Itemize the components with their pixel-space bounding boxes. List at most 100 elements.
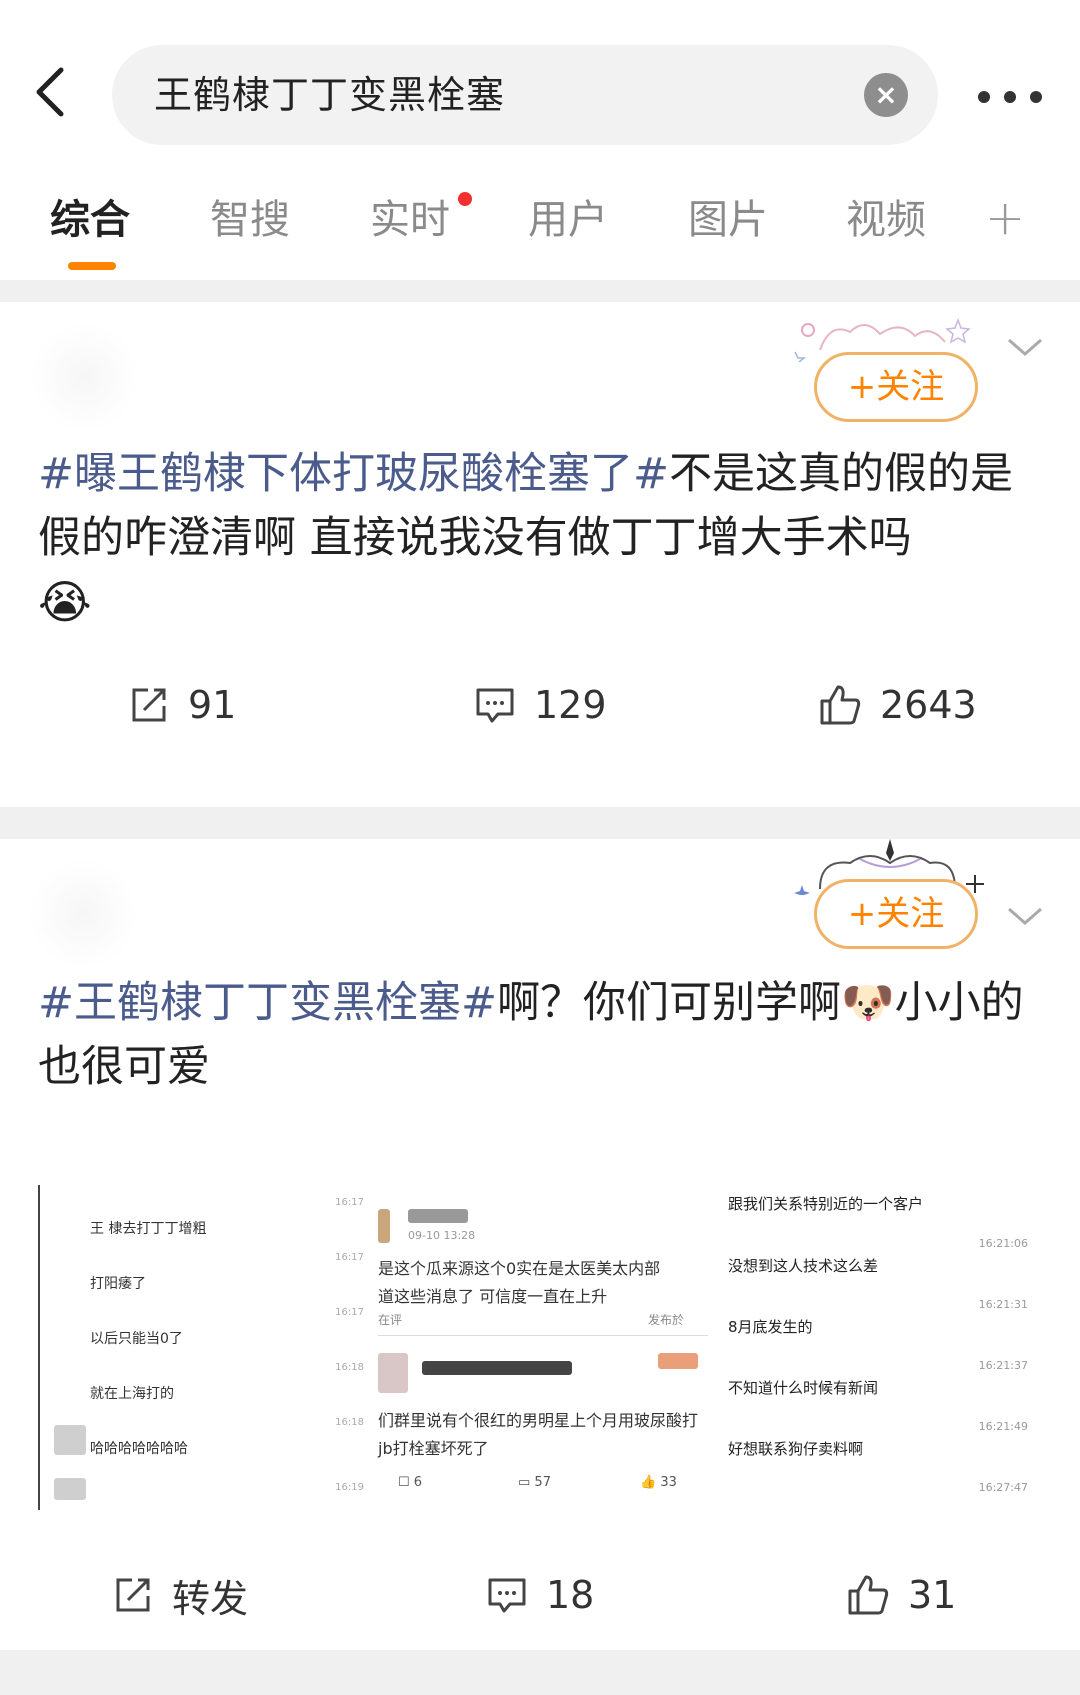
- post-text: 是这个瓜来源这个0实在是太医美太内部: [378, 1259, 661, 1278]
- chevron-down-icon[interactable]: [1005, 901, 1045, 931]
- like-button: 👍 33: [640, 1475, 677, 1490]
- repost-icon: [116, 1578, 150, 1612]
- crying-emoji-icon: 😭: [38, 575, 92, 629]
- divider: [0, 280, 1080, 302]
- follow-button[interactable]: +关注: [814, 352, 978, 422]
- search-query: 王鹤棣丁丁变黑栓塞: [154, 73, 506, 117]
- post-text: 道这些消息了 可信度一直在上升: [378, 1287, 608, 1306]
- repost-count: 91: [188, 683, 237, 727]
- username: [408, 1209, 468, 1223]
- divider: [0, 1650, 1080, 1695]
- username: [422, 1361, 572, 1375]
- post-body: #曝王鹤棣下体打玻尿酸栓塞了#不是这真的假的是假的咋澄清啊 直接说我没有做丁丁增…: [38, 442, 1048, 636]
- post-image[interactable]: 王 棣去打丁丁增粗 打阳痿了 以后只能当0了 就在上海打的 哈哈哈哈哈哈哈 16…: [38, 1185, 1038, 1510]
- timestamp: 16:17: [335, 1307, 364, 1318]
- comment-button[interactable]: 18: [486, 1560, 594, 1630]
- chat-message: 打阳痿了: [90, 1276, 146, 1292]
- chat-message: 就在上海打的: [90, 1386, 174, 1402]
- chat-message: 8月底发生的: [728, 1318, 813, 1336]
- repost-button: ☐ 6: [398, 1475, 423, 1490]
- post-actions: 91 129 2643: [0, 670, 1080, 740]
- back-button[interactable]: [30, 62, 70, 122]
- timestamp: 16:21:37: [978, 1359, 1028, 1372]
- chat-message: 好想联系狗仔卖料啊: [728, 1440, 864, 1458]
- avatar: [378, 1353, 408, 1393]
- follow-area: +关注: [790, 839, 1010, 949]
- chat-message: 以后只能当0了: [90, 1331, 183, 1347]
- post-actions: 转发 18 31: [0, 1560, 1080, 1630]
- avatar: [54, 1425, 86, 1455]
- repost-button[interactable]: 91: [128, 670, 236, 740]
- timestamp: 16:21:49: [978, 1420, 1028, 1433]
- tab-images[interactable]: 图片: [688, 190, 768, 250]
- post-card: +关注 #曝王鹤棣下体打玻尿酸栓塞了#不是这真的假的是假的咋澄清啊 直接说我没有…: [0, 302, 1080, 807]
- clear-icon[interactable]: ×: [864, 73, 908, 117]
- follow-area: +关注: [790, 312, 1010, 422]
- timestamp: 16:21:06: [978, 1237, 1028, 1250]
- like-count: 31: [908, 1573, 957, 1617]
- tab-videos[interactable]: 视频: [846, 190, 926, 250]
- timestamp: 16:17: [335, 1252, 364, 1263]
- active-tab-indicator: [68, 262, 116, 270]
- thumbs-up-icon: [848, 1575, 889, 1615]
- post-text: 啊？你们可别学啊: [497, 978, 842, 1028]
- chevron-down-icon[interactable]: [1005, 332, 1045, 362]
- chat-message: 王 棣去打丁丁增粗: [90, 1221, 207, 1237]
- follow-button[interactable]: +关注: [814, 879, 978, 949]
- like-count: 33: [660, 1475, 677, 1490]
- divider: [0, 807, 1080, 839]
- chat-message: 跟我们关系特别近的一个客户: [728, 1195, 924, 1213]
- comment-count: 57: [534, 1475, 551, 1490]
- timestamp: 16:17: [335, 1197, 364, 1208]
- search-header: 王鹤棣丁丁变黑栓塞 ×: [0, 0, 1080, 190]
- avatar: [54, 1478, 86, 1500]
- repost-button[interactable]: 转发: [112, 1560, 248, 1630]
- footer-text: 在评: [378, 1313, 403, 1327]
- avatar: [378, 1209, 390, 1243]
- tab-add-icon[interactable]: +: [985, 190, 1025, 246]
- post-text: 们群里说有个很红的男明星上个月用玻尿酸打: [378, 1411, 699, 1430]
- comment-icon: [488, 1578, 526, 1613]
- avatar[interactable]: [28, 859, 138, 969]
- tab-comprehensive[interactable]: 综合: [50, 190, 130, 250]
- weibo-screenshot: 09-10 13:28 是这个瓜来源这个0实在是太医美太内部 道这些消息了 可信…: [378, 1185, 708, 1510]
- repost-icon: [132, 688, 166, 722]
- search-tabs: 综合 智搜 实时 用户 图片 视频 +: [0, 190, 1080, 280]
- realtime-dot-badge: [458, 192, 472, 206]
- like-button[interactable]: 2643: [818, 670, 977, 740]
- search-input[interactable]: 王鹤棣丁丁变黑栓塞 ×: [112, 45, 938, 145]
- timestamp: 16:19: [335, 1482, 364, 1493]
- footer-text: 发布於: [648, 1313, 685, 1327]
- chevron-left-icon: [36, 67, 64, 117]
- comment-button: ▭ 57: [518, 1475, 551, 1490]
- timestamp: 09-10 13:28: [408, 1229, 476, 1242]
- tab-realtime[interactable]: 实时: [370, 190, 450, 250]
- like-count: 2643: [880, 683, 977, 727]
- hashtag-link[interactable]: #曝王鹤棣下体打玻尿酸栓塞了#: [38, 449, 669, 499]
- avatar[interactable]: [30, 322, 140, 432]
- divider: [378, 1335, 708, 1336]
- badge: [658, 1353, 698, 1369]
- more-options-icon[interactable]: [978, 82, 1042, 112]
- timestamp: 16:21:31: [978, 1298, 1028, 1311]
- repost-count: 6: [413, 1475, 423, 1490]
- like-button[interactable]: 31: [846, 1560, 956, 1630]
- chat-message: 哈哈哈哈哈哈哈: [90, 1441, 188, 1457]
- post-body: #王鹤棣丁丁变黑栓塞#啊？你们可别学啊🐶小小的也很可爱: [38, 971, 1048, 1099]
- doge-emoji-icon: 🐶: [841, 978, 895, 1028]
- thumbs-up-icon: [820, 685, 861, 725]
- tab-smart-search[interactable]: 智搜: [210, 190, 290, 250]
- hashtag-link[interactable]: #王鹤棣丁丁变黑栓塞#: [38, 978, 497, 1028]
- post-text: jb打栓塞坏死了: [378, 1439, 489, 1458]
- comment-count: 18: [546, 1573, 595, 1617]
- tab-users[interactable]: 用户: [528, 190, 608, 250]
- timestamp: 16:18: [335, 1362, 364, 1373]
- chat-message: 不知道什么时候有新闻: [728, 1379, 879, 1397]
- comment-icon: [476, 688, 514, 723]
- repost-label: 转发: [172, 1576, 249, 1621]
- chat-message: 没想到这人技术这么差: [728, 1257, 879, 1275]
- chat-screenshot: 跟我们关系特别近的一个客户 没想到这人技术这么差 8月底发生的 不知道什么时候有…: [728, 1185, 1038, 1510]
- comment-count: 129: [534, 683, 607, 727]
- comment-button[interactable]: 129: [474, 670, 607, 740]
- timestamp: 16:27:47: [978, 1481, 1028, 1494]
